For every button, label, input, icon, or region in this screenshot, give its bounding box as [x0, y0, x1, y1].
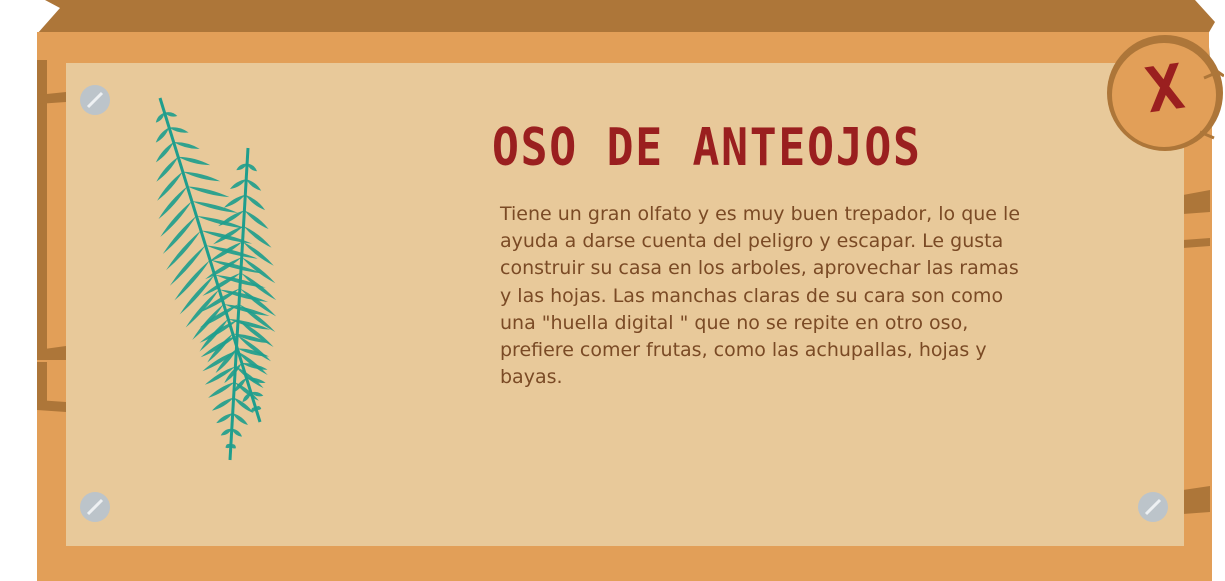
fern-leaflet: [187, 186, 230, 198]
fern-leaflet: [232, 413, 248, 425]
fern-leaflet: [155, 127, 170, 143]
fern-leaflet: [173, 142, 200, 149]
fern-leaflet: [196, 215, 246, 229]
close-button[interactable]: X: [1106, 34, 1224, 152]
fern-leaflet: [158, 186, 188, 220]
fern-leaflet: [155, 142, 174, 163]
fern-leaflet: [229, 179, 247, 189]
fern-leaflet: [238, 319, 274, 347]
fern-leaflet: [178, 156, 211, 166]
fern-leaflet: [216, 413, 233, 424]
screw-icon: [1138, 492, 1168, 522]
fern-leaflet: [179, 274, 215, 315]
fern-leaflet: [156, 156, 179, 182]
fern-leaflet: [169, 245, 206, 286]
animal-title: OSO DE ANTEOJOS: [492, 118, 922, 178]
fern-leaflet: [244, 210, 269, 230]
fern-leaflet: [211, 397, 234, 411]
fern-leaflet: [155, 112, 165, 123]
fern-leaflet: [162, 215, 197, 254]
fern-leaflet: [166, 230, 201, 271]
fern-leaflet: [231, 428, 242, 437]
info-sign-panel: OSO DE ANTEOJOS Tiene un gran olfato y e…: [0, 0, 1225, 581]
screw-icon: [80, 492, 110, 522]
fern-leaflet: [245, 194, 266, 211]
fern-leaflet: [160, 201, 192, 237]
fern-leaflet: [208, 382, 235, 398]
fern-leaflet: [185, 289, 220, 328]
fern-leaf-icon: [155, 97, 277, 461]
fern-leaflet: [246, 179, 262, 191]
animal-description: Tiene un gran olfato y es muy buen trepa…: [500, 203, 1021, 389]
screw-icon: [80, 85, 110, 115]
fern-leaflet: [247, 163, 258, 172]
fern-leaflet: [182, 171, 221, 182]
